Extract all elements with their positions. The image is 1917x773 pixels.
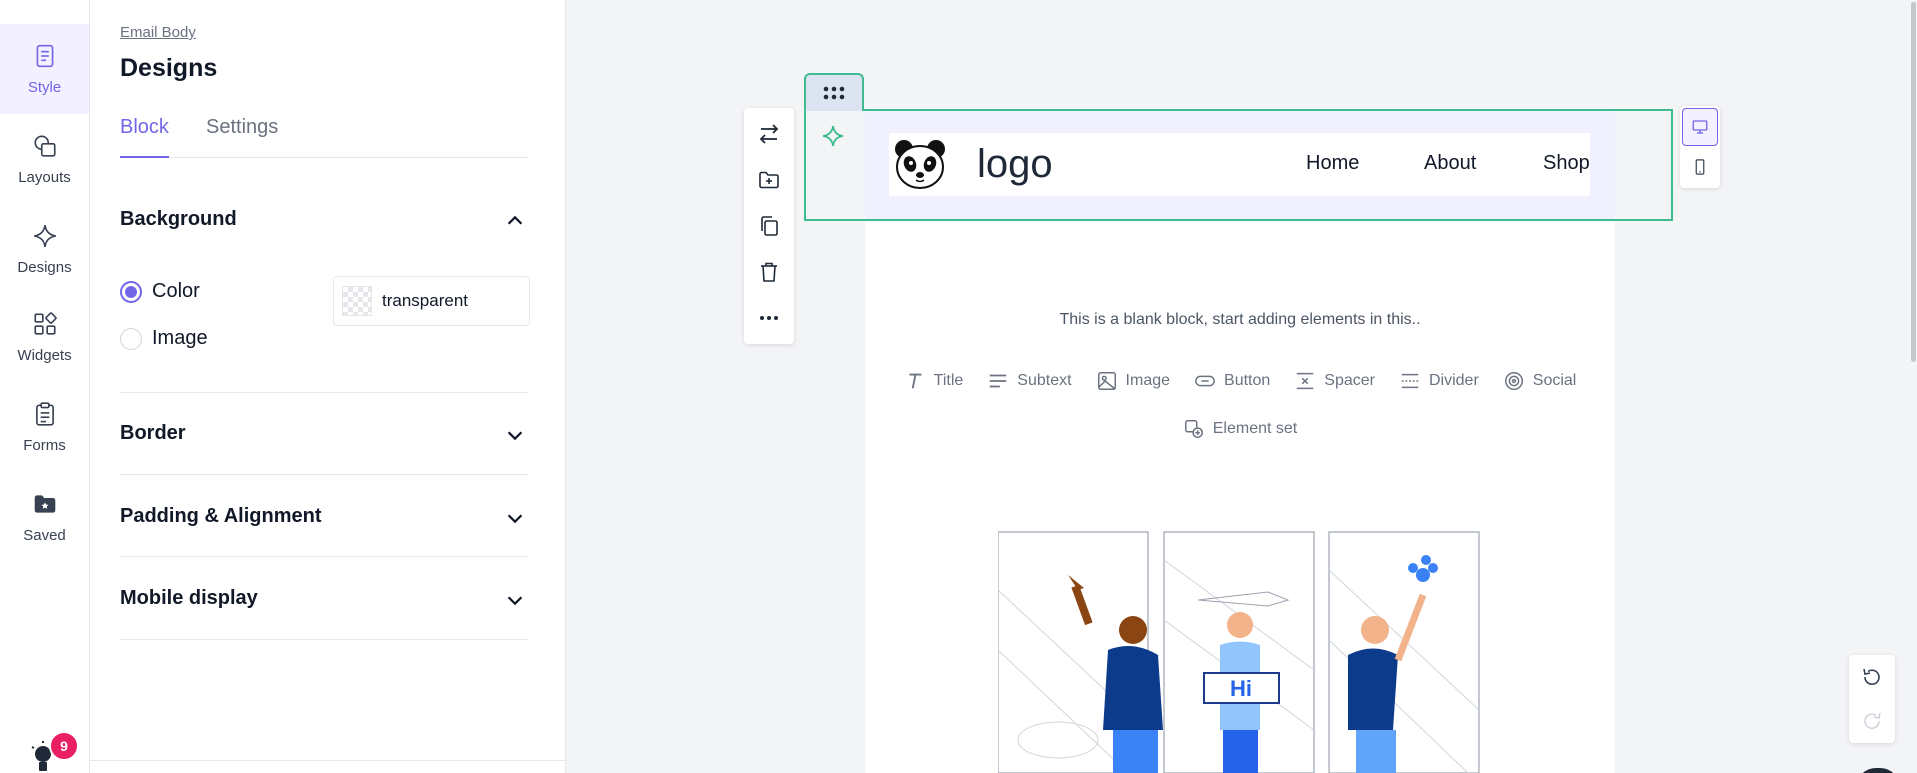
color-value: transparent — [382, 291, 468, 310]
desktop-view-button[interactable] — [1682, 108, 1718, 146]
forms-clipboard-icon — [35, 401, 54, 426]
element-divider[interactable]: Divider — [1399, 370, 1479, 392]
breadcrumb[interactable]: Email Body — [120, 24, 196, 41]
element-title[interactable]: Title — [904, 370, 964, 392]
rail-item-label: Widgets — [17, 346, 72, 364]
mobile-display-section[interactable]: Mobile display — [120, 557, 528, 640]
undo-icon[interactable] — [1860, 665, 1884, 689]
element-subtext[interactable]: Subtext — [987, 370, 1072, 392]
element-picker-row-2: Element set — [865, 418, 1615, 440]
redo-icon[interactable] — [1860, 709, 1884, 733]
element-set-icon — [1184, 420, 1203, 438]
element-label: Element set — [1212, 420, 1298, 437]
padding-alignment-section-heading[interactable]: Padding & Alignment — [120, 505, 321, 528]
element-spacer[interactable]: Spacer — [1294, 370, 1375, 392]
divider — [90, 760, 566, 761]
radio-label: Color — [152, 280, 200, 302]
divider-icon — [1401, 373, 1419, 389]
save-to-folder-icon[interactable] — [757, 168, 781, 192]
rail-item-label: Designs — [17, 258, 72, 276]
saved-folder-icon — [34, 494, 55, 513]
element-label: Button — [1224, 372, 1271, 389]
element-social[interactable]: Social — [1503, 370, 1577, 392]
radio-button[interactable] — [120, 280, 142, 303]
spacer-icon — [1297, 372, 1314, 390]
padding-alignment-section[interactable]: Padding & Alignment — [120, 475, 528, 557]
chevron-down-icon[interactable] — [504, 589, 526, 611]
blank-block-message: This is a blank block, start adding elem… — [1059, 311, 1421, 328]
ai-sparkle-icon[interactable] — [821, 124, 845, 148]
rail-item-widgets[interactable]: Widgets — [0, 292, 89, 382]
settings-panel: Email Body Designs Block Settings Backgr… — [90, 0, 566, 773]
scrollbar-thumb[interactable] — [1911, 2, 1916, 362]
rail-item-label: Layouts — [18, 168, 71, 186]
rail-item-label: Saved — [23, 526, 66, 544]
element-label: Spacer — [1324, 372, 1375, 389]
tab-block[interactable]: Block — [120, 116, 169, 158]
element-label: Title — [933, 372, 964, 389]
selected-block-outline — [804, 109, 1673, 221]
rail-item-style[interactable]: Style — [0, 24, 89, 114]
background-section-heading[interactable]: Background — [120, 208, 237, 231]
title-icon — [909, 373, 922, 389]
designs-sparkle-icon — [33, 224, 56, 247]
panel-tabs: Block Settings — [120, 114, 528, 158]
tab-settings[interactable]: Settings — [206, 116, 278, 158]
element-button[interactable]: Button — [1194, 370, 1270, 392]
radio-label: Image — [152, 327, 208, 349]
mobile-view-button[interactable] — [1682, 148, 1718, 186]
radio-button[interactable] — [120, 327, 142, 350]
element-set[interactable]: Element set — [1183, 418, 1297, 440]
rail-item-saved[interactable]: Saved — [0, 472, 89, 562]
left-icon-rail: Style Layouts Designs Widgets Forms Save… — [0, 0, 90, 773]
element-label: Social — [1532, 372, 1577, 389]
background-color-field[interactable]: transparent — [333, 276, 530, 326]
element-label: Image — [1125, 372, 1171, 389]
history-controls — [1849, 655, 1895, 743]
view-switcher — [1680, 106, 1720, 188]
button-pill-icon — [1195, 375, 1215, 387]
people-illustration[interactable]: Hi — [998, 530, 1488, 773]
chevron-down-icon[interactable] — [504, 424, 526, 446]
radio-color[interactable]: Color — [120, 280, 200, 303]
element-label: Divider — [1428, 372, 1479, 389]
illustration-sign-text: Hi — [1230, 676, 1252, 701]
more-options-icon[interactable] — [757, 306, 781, 330]
radio-image[interactable]: Image — [120, 327, 208, 350]
rail-item-label: Forms — [23, 436, 66, 454]
drag-dots-icon — [823, 86, 845, 100]
element-label: Subtext — [1017, 372, 1072, 389]
subtext-lines-icon — [990, 374, 1007, 388]
layouts-shapes-icon — [33, 134, 56, 157]
block-toolbar — [744, 108, 794, 344]
mobile-icon — [1695, 159, 1705, 175]
element-image[interactable]: Image — [1096, 370, 1170, 392]
rail-item-designs[interactable]: Designs — [0, 204, 89, 294]
help-chat-button[interactable] — [1856, 768, 1900, 773]
social-icon — [1504, 372, 1523, 390]
border-section-heading[interactable]: Border — [120, 422, 186, 445]
image-icon — [1097, 372, 1116, 390]
chevron-up-icon[interactable] — [504, 210, 526, 232]
drag-handle[interactable] — [804, 73, 864, 111]
notification-badge[interactable]: 9 — [49, 731, 79, 761]
transparent-swatch-icon — [342, 286, 372, 316]
duplicate-icon[interactable] — [757, 214, 781, 238]
desktop-icon — [1692, 120, 1708, 134]
chevron-down-icon[interactable] — [504, 507, 526, 529]
trash-icon[interactable] — [757, 260, 781, 284]
style-page-icon — [36, 44, 53, 67]
rail-item-forms[interactable]: Forms — [0, 382, 89, 472]
mobile-display-section-heading[interactable]: Mobile display — [120, 587, 258, 610]
border-section[interactable]: Border — [120, 393, 528, 475]
editor-canvas[interactable]: logo Home About Shop This is a blank blo… — [566, 0, 1917, 773]
page-title: Designs — [120, 54, 218, 82]
rail-item-layouts[interactable]: Layouts — [0, 114, 89, 204]
swap-arrows-icon[interactable] — [757, 122, 781, 146]
rail-item-label: Style — [27, 78, 62, 96]
element-picker: Title Subtext Image Button Spacer Divide… — [865, 370, 1615, 392]
widgets-grid-icon — [33, 311, 57, 335]
